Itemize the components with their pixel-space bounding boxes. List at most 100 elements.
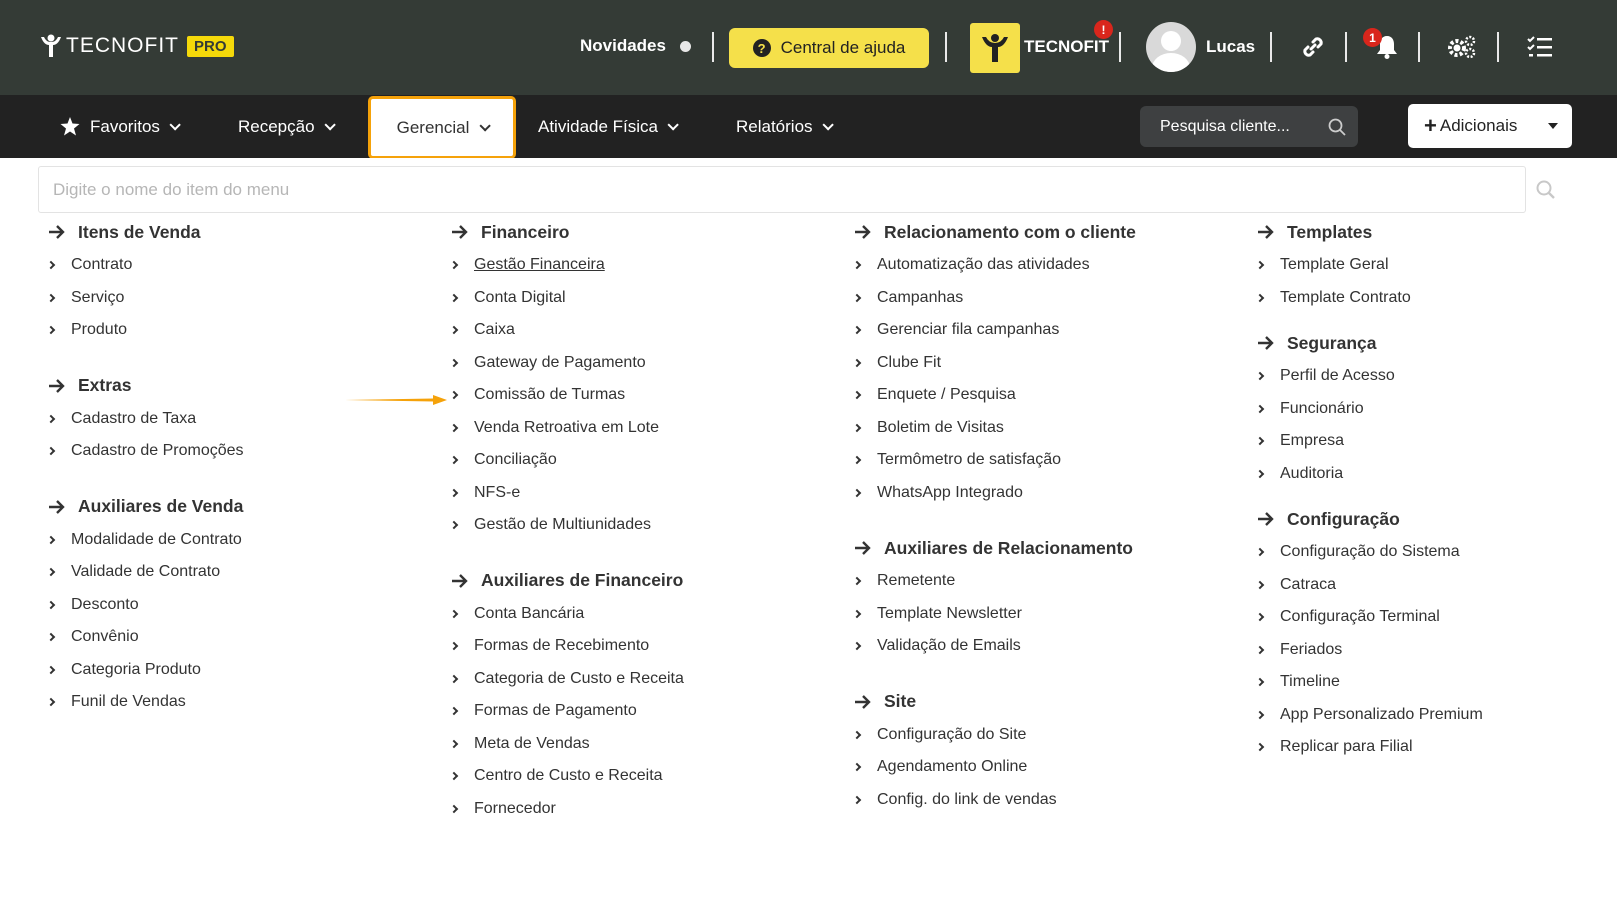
menu-item-label: Funil de Vendas xyxy=(71,693,186,711)
menu-item[interactable]: Automatização das atividades xyxy=(844,249,1136,282)
tecnofit-brand-button[interactable] xyxy=(970,23,1020,73)
menu-item[interactable]: Empresa xyxy=(1247,425,1483,458)
menu-item[interactable]: Template Geral xyxy=(1247,249,1483,282)
menu-item[interactable]: Conciliação xyxy=(441,444,684,477)
menu-item[interactable]: Configuração do Sistema xyxy=(1247,536,1483,569)
chevron-right-icon xyxy=(449,739,459,748)
client-search-input[interactable]: Pesquisa cliente... xyxy=(1140,106,1358,147)
menu-section-title: Auxiliares de Venda xyxy=(78,496,244,516)
menu-item-label: Contrato xyxy=(71,256,133,274)
menu-item[interactable]: Modalidade de Contrato xyxy=(38,524,244,557)
chevron-right-icon xyxy=(449,609,459,618)
brand-name: TECNOFIT xyxy=(1024,37,1109,56)
menu-item[interactable]: Venda Retroativa em Lote xyxy=(441,412,684,445)
nav-recepcao[interactable]: Recepção xyxy=(238,95,336,158)
chevron-right-icon xyxy=(1255,710,1265,719)
menu-item[interactable]: Serviço xyxy=(38,282,244,315)
menu-item[interactable]: Categoria de Custo e Receita xyxy=(441,663,684,696)
nav-atividade-fisica[interactable]: Atividade Física xyxy=(538,95,679,158)
menu-item[interactable]: Replicar para Filial xyxy=(1247,731,1483,764)
search-icon[interactable] xyxy=(1536,180,1556,200)
menu-item[interactable]: Cadastro de Promoções xyxy=(38,435,244,468)
menu-item[interactable]: Conta Digital xyxy=(441,282,684,315)
menu-item[interactable]: Comissão de Turmas xyxy=(441,379,684,412)
menu-item-label: Cadastro de Promoções xyxy=(71,442,244,460)
menu-section-title: Extras xyxy=(78,375,132,395)
nav-favoritos-label: Favoritos xyxy=(90,116,160,136)
star-icon xyxy=(60,117,80,136)
menu-item[interactable]: Convênio xyxy=(38,621,244,654)
chevron-right-icon xyxy=(46,293,56,302)
caret-down-icon[interactable] xyxy=(1548,123,1558,129)
menu-item[interactable]: Auditoria xyxy=(1247,458,1483,491)
menu-item[interactable]: Config. do link de vendas xyxy=(844,784,1136,817)
user-avatar[interactable] xyxy=(1146,22,1196,72)
nav-gerencial[interactable]: Gerencial xyxy=(368,96,516,159)
menu-item[interactable]: Validação de Emails xyxy=(844,630,1136,663)
nav-favoritos[interactable]: Favoritos xyxy=(60,95,181,158)
menu-item[interactable]: Fornecedor xyxy=(441,793,684,826)
chevron-right-icon xyxy=(46,261,56,270)
menu-item[interactable]: App Personalizado Premium xyxy=(1247,699,1483,732)
menu-item[interactable]: Contrato xyxy=(38,249,244,282)
menu-item[interactable]: NFS-e xyxy=(441,477,684,510)
arrow-right-icon xyxy=(49,378,65,393)
background-page-right xyxy=(1592,158,1617,899)
menu-item[interactable]: Desconto xyxy=(38,589,244,622)
menu-item[interactable]: Conta Bancária xyxy=(441,598,684,631)
chevron-right-icon xyxy=(46,447,56,456)
menu-item-label: WhatsApp Integrado xyxy=(877,483,1023,501)
nav-recepcao-label: Recepção xyxy=(238,116,315,136)
link-icon[interactable] xyxy=(1298,32,1328,62)
menu-item[interactable]: Timeline xyxy=(1247,666,1483,699)
menu-item[interactable]: Feriados xyxy=(1247,634,1483,667)
chevron-right-icon xyxy=(852,577,862,586)
menu-item[interactable]: Formas de Pagamento xyxy=(441,695,684,728)
gears-icon[interactable] xyxy=(1447,32,1477,62)
menu-item[interactable]: Boletim de Visitas xyxy=(844,412,1136,445)
menu-item-label: Serviço xyxy=(71,288,125,306)
menu-item-label: Timeline xyxy=(1280,673,1340,691)
menu-item[interactable]: WhatsApp Integrado xyxy=(844,477,1136,510)
menu-item[interactable]: Termômetro de satisfação xyxy=(844,444,1136,477)
menu-item[interactable]: Funcionário xyxy=(1247,393,1483,426)
menu-item[interactable]: Gestão de Multiunidades xyxy=(441,509,684,542)
menu-item[interactable]: Agendamento Online xyxy=(844,751,1136,784)
menu-item[interactable]: Remetente xyxy=(844,565,1136,598)
menu-item[interactable]: Template Contrato xyxy=(1247,282,1483,315)
arrow-right-icon xyxy=(1258,336,1274,350)
chevron-right-icon xyxy=(46,698,56,707)
menu-item[interactable]: Template Newsletter xyxy=(844,598,1136,631)
menu-item[interactable]: Perfil de Acesso xyxy=(1247,360,1483,393)
menu-section-title: Financeiro xyxy=(481,221,570,242)
menu-item[interactable]: Cadastro de Taxa xyxy=(38,403,244,436)
menu-item[interactable]: Configuração do Site xyxy=(844,719,1136,752)
search-icon xyxy=(1328,118,1346,136)
user-name[interactable]: Lucas xyxy=(1206,37,1255,57)
menu-item[interactable]: Centro de Custo e Receita xyxy=(441,760,684,793)
nav-relatorios[interactable]: Relatórios xyxy=(736,95,834,158)
menu-item[interactable]: Configuração Terminal xyxy=(1247,601,1483,634)
menu-item[interactable]: Funil de Vendas xyxy=(38,686,244,719)
menu-item[interactable]: Caixa xyxy=(441,314,684,347)
menu-item[interactable]: Meta de Vendas xyxy=(441,728,684,761)
menu-item[interactable]: Gateway de Pagamento xyxy=(441,347,684,380)
menu-item[interactable]: Categoria Produto xyxy=(38,654,244,687)
menu-item[interactable]: Gerenciar fila campanhas xyxy=(844,314,1136,347)
menu-item[interactable]: Campanhas xyxy=(844,282,1136,315)
menu-item[interactable]: Enquete / Pesquisa xyxy=(844,379,1136,412)
adicionais-button[interactable]: + Adicionais xyxy=(1408,104,1572,148)
menu-item[interactable]: Produto xyxy=(38,314,244,347)
novidades-link[interactable]: Novidades xyxy=(580,36,691,56)
chevron-right-icon xyxy=(1255,469,1265,478)
menu-search-input[interactable]: Digite o nome do item do menu xyxy=(38,166,1526,213)
menu-item[interactable]: Formas de Recebimento xyxy=(441,630,684,663)
menu-item[interactable]: Catraca xyxy=(1247,569,1483,602)
menu-item[interactable]: Clube Fit xyxy=(844,347,1136,380)
help-center-button[interactable]: ? Central de ajuda xyxy=(729,28,929,68)
menu-item[interactable]: Gestão Financeira xyxy=(441,249,684,282)
menu-item[interactable]: Validade de Contrato xyxy=(38,556,244,589)
menu-section-title: Configuração xyxy=(1287,508,1400,529)
task-list-icon[interactable] xyxy=(1525,32,1555,62)
tecnofit-logo[interactable]: TECNOFIT PRO xyxy=(38,33,234,59)
